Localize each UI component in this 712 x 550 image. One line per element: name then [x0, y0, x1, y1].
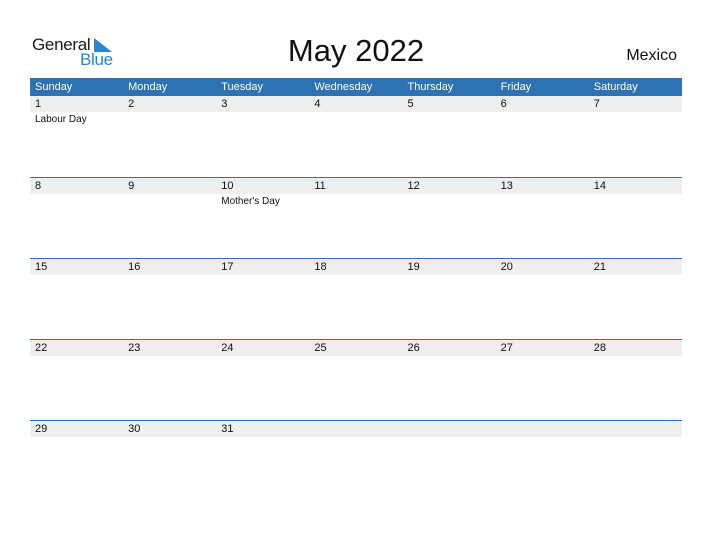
holiday-label	[496, 275, 589, 277]
date-cell: 27	[500, 342, 513, 354]
holiday-label	[30, 194, 123, 207]
weekday-monday: Monday	[128, 81, 168, 93]
date-row: 29 30 31	[30, 420, 682, 437]
date-cell	[496, 421, 589, 437]
date-row: 22 23 24 25 26 27 28	[30, 339, 682, 356]
date-cell: 11	[314, 180, 326, 192]
date-cell: 21	[593, 261, 606, 273]
holiday-label	[216, 356, 309, 358]
weekday-wednesday: Wednesday	[314, 81, 373, 93]
date-cell: 25	[314, 342, 327, 354]
holiday-label	[123, 112, 216, 125]
date-cell: 1	[35, 98, 42, 110]
weekday-saturday: Saturday	[593, 81, 638, 93]
holiday-label	[123, 194, 216, 207]
holiday-label	[216, 275, 309, 277]
holiday-label	[309, 194, 402, 207]
holiday-label	[30, 275, 123, 277]
holiday-label	[589, 112, 682, 125]
weekday-sunday: Sunday	[35, 81, 73, 93]
date-cell: 6	[500, 98, 507, 110]
date-cell: 29	[35, 423, 48, 435]
holiday-row	[30, 437, 682, 439]
calendar-grid: Sunday Monday Tuesday Wednesday Thursday…	[30, 78, 682, 437]
week-row: 8 9 10 11 12 13 14 Mother's Day	[30, 177, 682, 207]
holiday-label: Labour Day	[35, 114, 87, 125]
holiday-row: Mother's Day	[30, 194, 682, 207]
holiday-row	[30, 356, 682, 358]
weekday-friday: Friday	[500, 81, 532, 93]
date-cell: 16	[128, 261, 141, 273]
date-cell: 12	[407, 180, 420, 192]
date-cell: 8	[35, 180, 42, 192]
holiday-label	[216, 112, 309, 125]
holiday-label	[403, 437, 496, 439]
holiday-label	[123, 356, 216, 358]
date-cell: 4	[314, 98, 321, 110]
date-cell: 28	[593, 342, 606, 354]
holiday-label	[403, 275, 496, 277]
date-cell	[309, 421, 402, 437]
week-row: 15 16 17 18 19 20 21	[30, 258, 682, 277]
holiday-label	[589, 356, 682, 358]
holiday-label	[216, 437, 309, 439]
holiday-label	[589, 275, 682, 277]
date-cell: 19	[407, 261, 420, 273]
week-row: 1 2 3 4 5 6 7 Labour Day	[30, 96, 682, 125]
date-row: 8 9 10 11 12 13 14	[30, 177, 682, 194]
holiday-label	[309, 275, 402, 277]
holiday-label	[123, 437, 216, 439]
date-cell: 24	[221, 342, 234, 354]
date-cell: 9	[128, 180, 135, 192]
date-cell: 10	[221, 180, 234, 192]
week-row: 22 23 24 25 26 27 28	[30, 339, 682, 358]
weekday-tuesday: Tuesday	[221, 81, 264, 93]
date-cell: 14	[593, 180, 606, 192]
date-cell: 18	[314, 261, 327, 273]
holiday-row	[30, 275, 682, 277]
holiday-label	[496, 356, 589, 358]
date-row: 1 2 3 4 5 6 7	[30, 96, 682, 112]
holiday-label	[496, 112, 589, 125]
date-cell: 17	[221, 261, 234, 273]
date-cell: 31	[221, 423, 234, 435]
holiday-label	[589, 437, 682, 439]
holiday-label	[309, 112, 402, 125]
holiday-label: Mother's Day	[221, 196, 280, 207]
holiday-label	[30, 356, 123, 358]
date-cell: 15	[35, 261, 48, 273]
holiday-label	[309, 356, 402, 358]
date-cell	[589, 421, 682, 437]
holiday-label	[309, 437, 402, 439]
holiday-label	[496, 194, 589, 207]
date-cell: 2	[128, 98, 135, 110]
holiday-label	[496, 437, 589, 439]
date-row: 15 16 17 18 19 20 21	[30, 258, 682, 275]
holiday-label	[403, 112, 496, 125]
date-cell: 7	[593, 98, 600, 110]
date-cell: 26	[407, 342, 420, 354]
date-cell: 13	[500, 180, 513, 192]
holiday-label	[403, 194, 496, 207]
date-cell: 23	[128, 342, 141, 354]
date-cell	[403, 421, 496, 437]
date-cell: 20	[500, 261, 513, 273]
holiday-label	[123, 275, 216, 277]
date-cell: 3	[221, 98, 228, 110]
date-cell: 22	[35, 342, 48, 354]
holiday-row: Labour Day	[30, 112, 682, 125]
date-cell: 30	[128, 423, 141, 435]
calendar-title: May 2022	[287, 33, 425, 68]
holiday-label	[589, 194, 682, 207]
date-cell: 5	[407, 98, 414, 110]
country-label: Mexico	[626, 47, 677, 64]
weekday-header: Sunday Monday Tuesday Wednesday Thursday…	[30, 78, 682, 96]
week-row: 29 30 31	[30, 420, 682, 439]
holiday-label	[30, 437, 123, 439]
weekday-thursday: Thursday	[407, 81, 454, 93]
holiday-label	[403, 356, 496, 358]
